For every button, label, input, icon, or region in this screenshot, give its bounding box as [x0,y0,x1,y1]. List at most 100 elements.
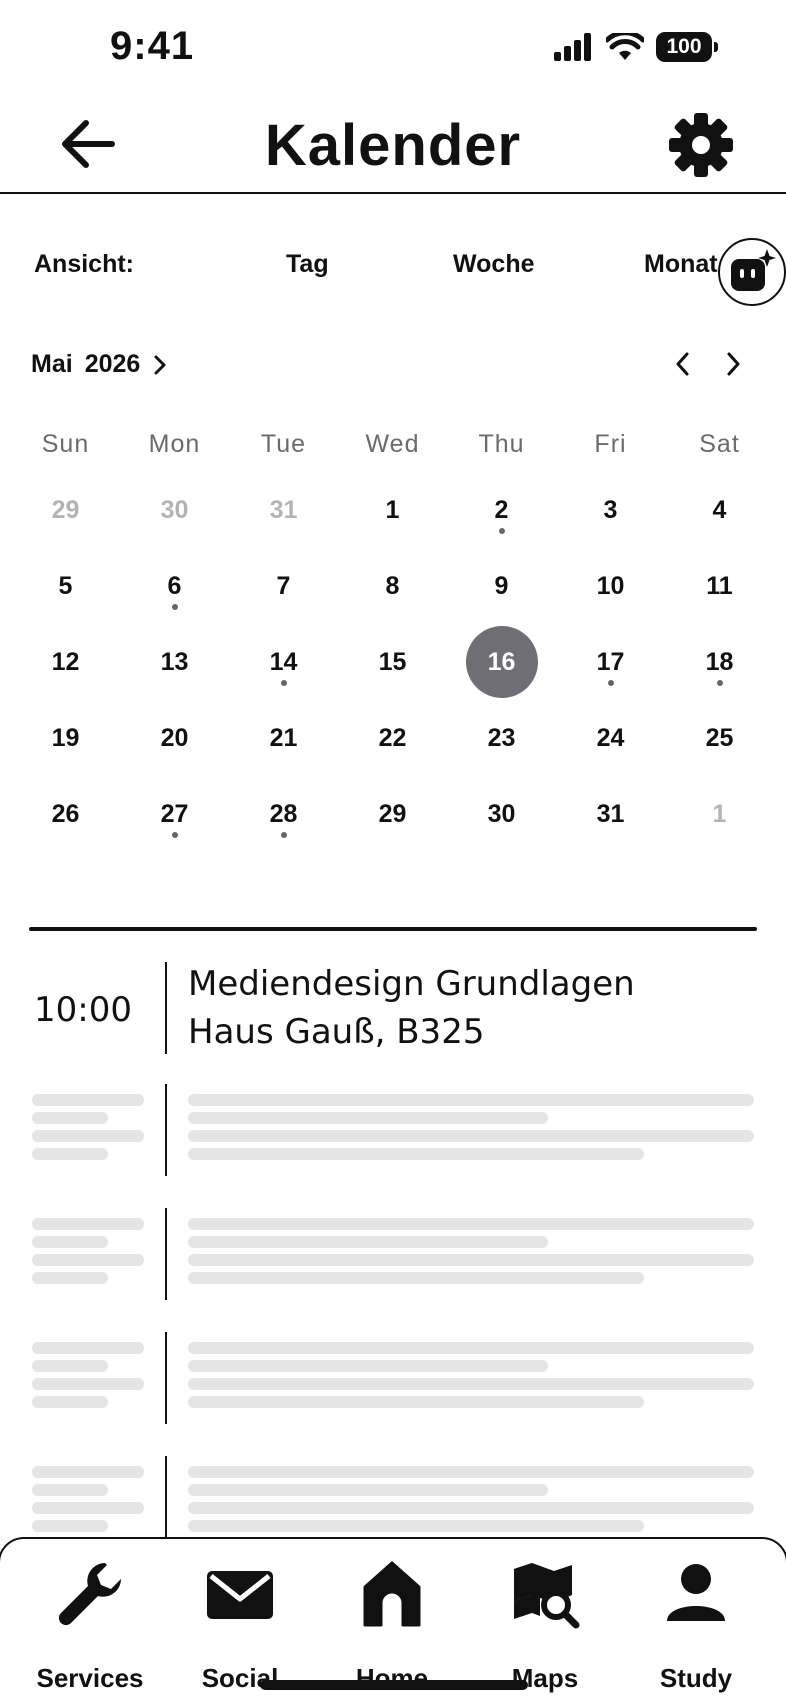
skeleton-bar [188,1502,754,1514]
skeleton-bar [188,1130,754,1142]
day-number: 10 [596,571,625,600]
placeholder-divider [165,1456,167,1548]
skeleton-bar [188,1236,548,1248]
month-picker[interactable]: Mai 2026 [31,350,170,379]
day-number: 30 [487,799,516,828]
chevron-left-icon [676,352,689,376]
calendar-day[interactable]: 29 [338,800,447,876]
skeleton-bar [32,1360,108,1372]
skeleton-bar [188,1360,548,1372]
status-icons: 100 [554,32,718,62]
event-indicator-dot [171,832,178,838]
weekday-label: Fri [594,430,627,458]
day-number: 12 [51,647,80,676]
tab-woche[interactable]: Woche [453,250,535,279]
day-number: 3 [603,495,618,524]
skeleton-bar [188,1466,754,1478]
calendar-day[interactable]: 30 [447,800,556,876]
assistant-button[interactable] [718,238,786,306]
weekday-label: Tue [260,430,307,458]
skeleton-bar [188,1396,644,1408]
day-number: 20 [160,723,189,752]
weekday-label: Sat [699,430,740,458]
weekday-label: Sun [41,430,90,458]
bottom-navigation: Services Social Home Maps Study [0,1537,786,1704]
nav-services[interactable]: Services [15,1559,165,1693]
day-number: 21 [269,723,298,752]
skeleton-bar [188,1148,644,1160]
event-indicator-dot [171,604,178,610]
day-number: 18 [705,647,734,676]
header: Kalender [0,96,786,194]
home-icon [363,1561,421,1627]
map-search-icon [514,1563,580,1629]
mail-icon [207,1571,273,1619]
wrench-icon [58,1563,121,1626]
day-number: 28 [269,799,298,828]
skeleton-bar [188,1520,644,1532]
event-item[interactable]: 10:00 Mediendesign Grundlagen Haus Gauß,… [0,960,786,1054]
nav-study[interactable]: Study [621,1559,771,1693]
day-number: 4 [712,495,727,524]
day-number: 31 [596,799,625,828]
day-number: 11 [706,571,733,600]
chevron-right-icon [727,352,740,376]
event-placeholder [0,1208,786,1302]
day-number: 24 [596,723,625,752]
event-indicator-dot [498,528,505,534]
chevron-right-icon [154,355,166,374]
skeleton-bar [32,1520,108,1532]
skeleton-bar [188,1342,754,1354]
weekday-label: Thu [478,430,525,458]
skeleton-bar [32,1254,144,1266]
view-switch: Ansicht: Tag Woche Monat [0,234,786,294]
nav-social[interactable]: Social [165,1559,315,1693]
status-bar: 9:41 100 [0,0,786,96]
battery-icon: 100 [656,32,718,62]
skeleton-bar [32,1342,144,1354]
day-number: 16 [465,626,538,698]
day-number: 9 [494,571,509,600]
event-divider [165,962,167,1054]
weekday-label: Mon [148,430,201,458]
calendar-grid: 29 30 31 1 2 3 4 5 6 7 8 9 10 11 12 13 14 15 16 17 18 19 20 21 2… [11,496,775,876]
nav-home[interactable]: Home [317,1559,467,1693]
day-number: 19 [51,723,80,752]
nav-label: Services [36,1663,144,1693]
skeleton-bar [32,1094,144,1106]
calendar-day[interactable]: 1 [665,800,774,876]
day-number: 17 [596,647,625,676]
placeholder-divider [165,1084,167,1176]
event-title: Mediendesign Grundlagen [188,964,635,1004]
month-name: Mai [31,350,73,378]
event-time: 10:00 [34,990,132,1030]
nav-maps[interactable]: Maps [470,1559,620,1693]
tab-monat[interactable]: Monat [644,250,718,279]
day-number: 6 [167,571,182,600]
skeleton-bar [32,1148,108,1160]
status-time: 9:41 [110,24,195,68]
placeholder-divider [165,1332,167,1424]
weekday-label: Wed [365,430,420,458]
month-navigation: Mai 2026 [0,338,786,388]
tab-tag[interactable]: Tag [286,250,329,279]
skeleton-bar [188,1254,754,1266]
next-month-button[interactable] [713,344,753,384]
event-indicator-dot [280,680,287,686]
wifi-icon [606,33,644,60]
calendar-day[interactable]: 26 [11,800,120,876]
skeleton-bar [188,1112,548,1124]
previous-month-button[interactable] [663,344,703,384]
settings-button[interactable] [668,112,734,178]
placeholder-divider [165,1208,167,1300]
home-indicator[interactable] [260,1680,528,1690]
day-number: 5 [58,571,73,600]
skeleton-bar [188,1378,754,1390]
calendar-day[interactable]: 27 [120,800,229,876]
day-number: 23 [487,723,516,752]
day-number: 13 [160,647,189,676]
day-number: 1 [385,495,400,524]
calendar-day[interactable]: 31 [556,800,665,876]
calendar-day[interactable]: 28 [229,800,338,876]
day-number: 2 [494,495,509,524]
